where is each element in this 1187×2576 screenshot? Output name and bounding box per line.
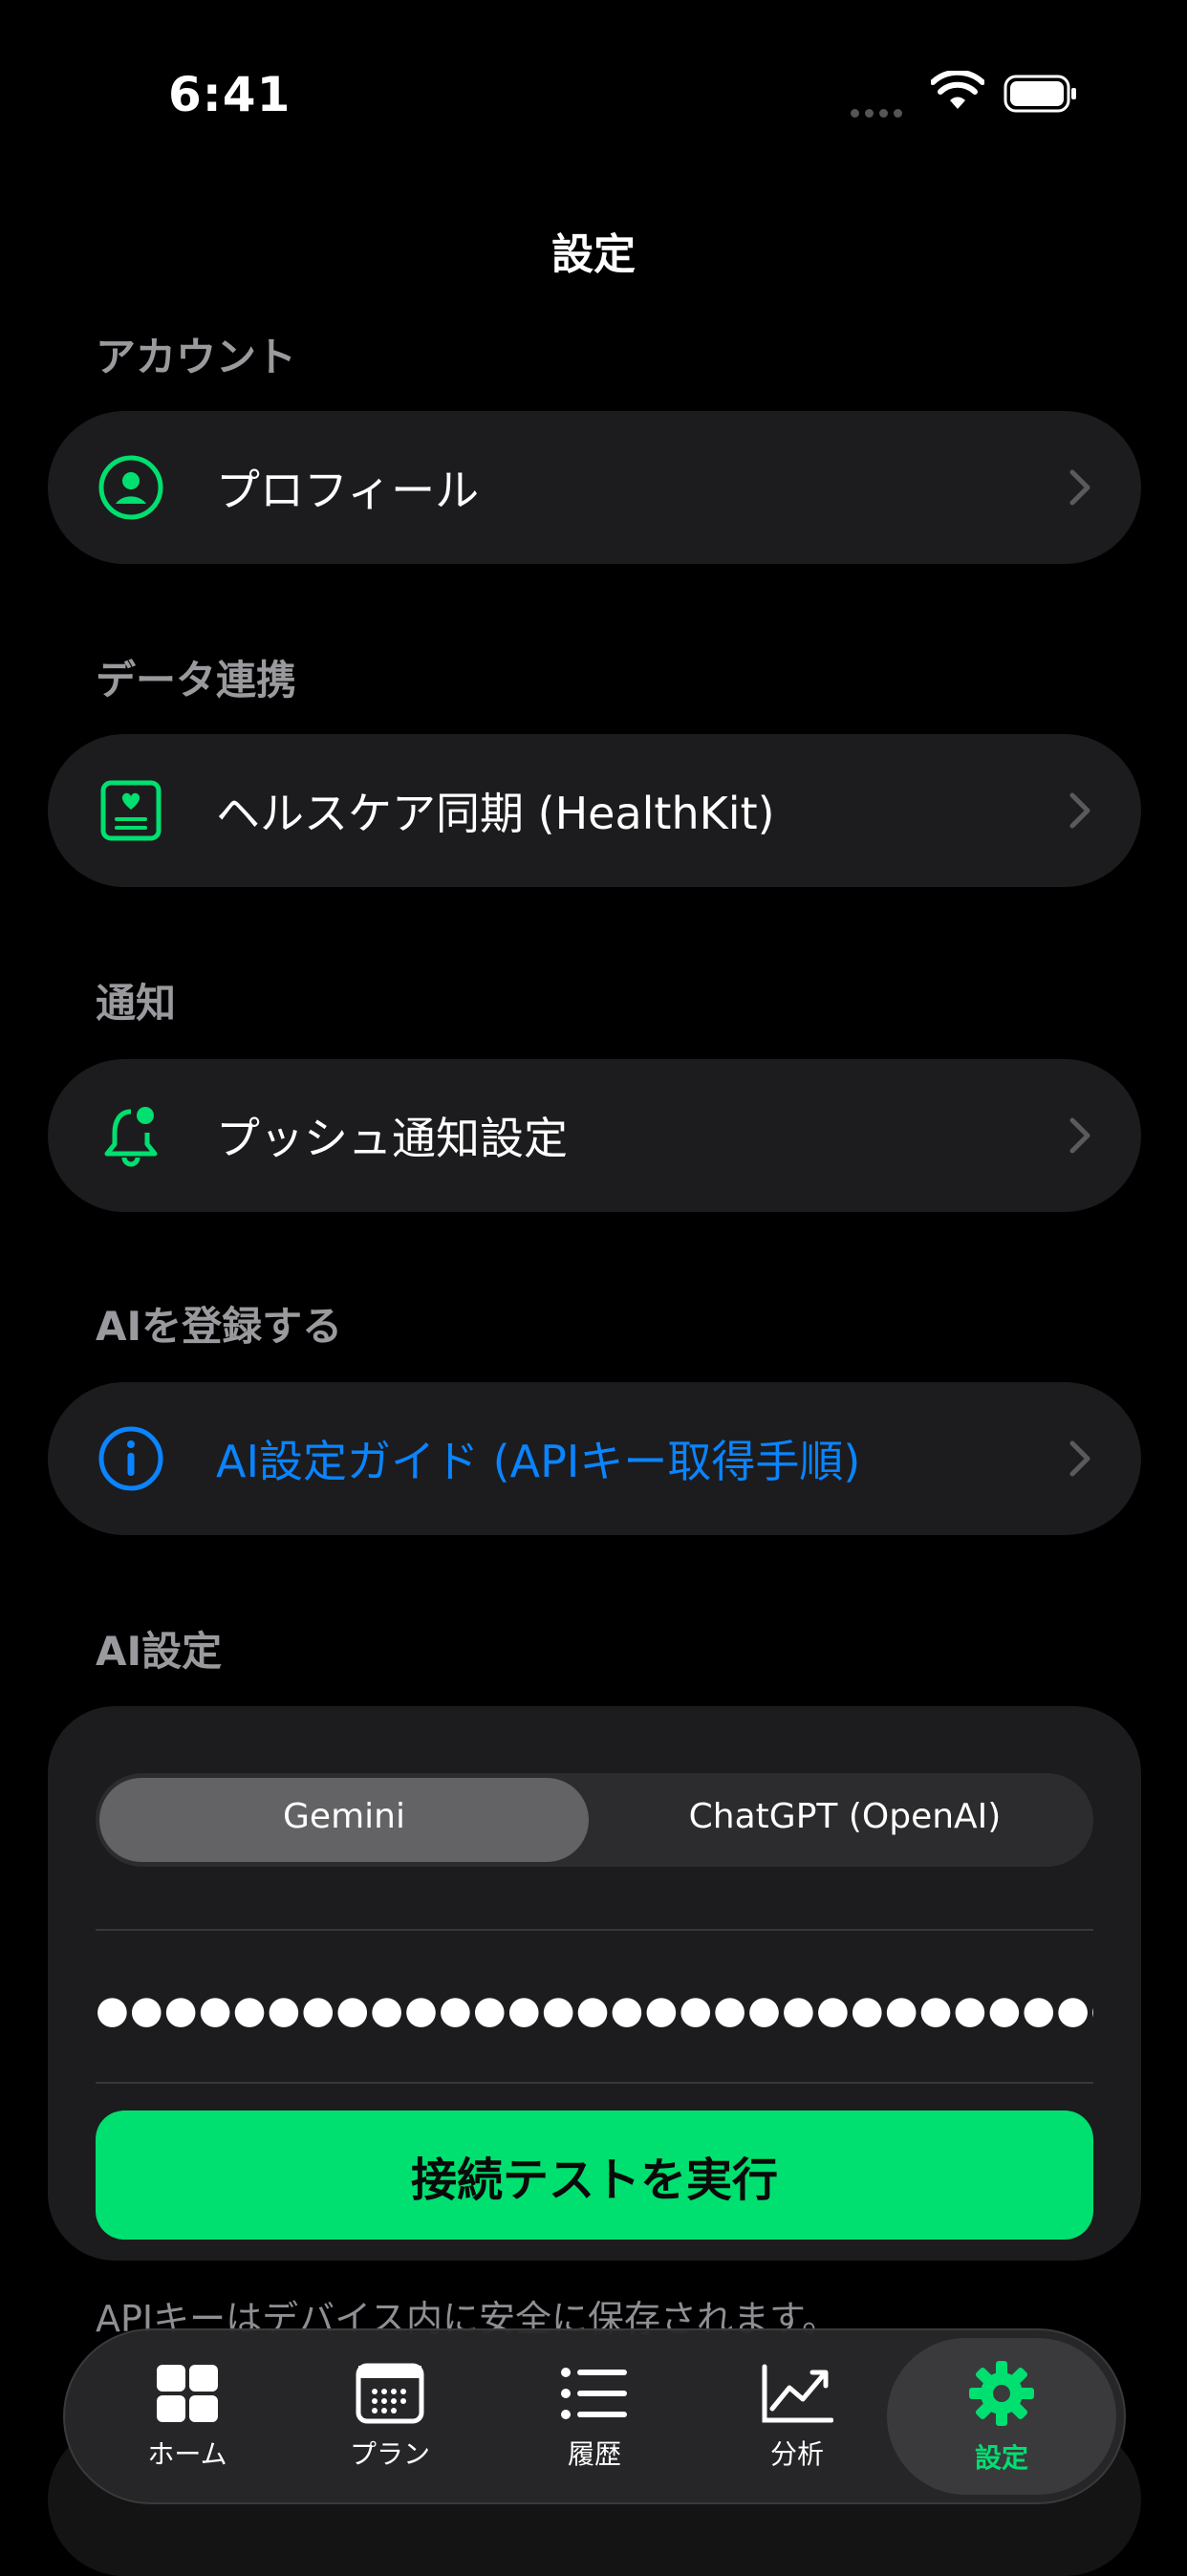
healthkit-sync-label: ヘルスケア同期 (HealthKit): [216, 788, 775, 839]
provider-segment-chatgpt[interactable]: ChatGPT (OpenAI): [600, 1797, 1090, 1836]
api-key-field[interactable]: ●●●●●●●●●●●●●●●●●●●●●●●●●●●●●●●●...: [96, 1988, 1093, 2032]
tab-history[interactable]: 履歴: [499, 2340, 690, 2493]
tab-settings[interactable]: 設定: [906, 2340, 1097, 2493]
chart-icon: [762, 2364, 833, 2423]
section-header-account: アカウント: [96, 334, 297, 380]
section-header-ai-settings: AI設定: [96, 1628, 223, 1675]
healthkit-sync-row[interactable]: ヘルスケア同期 (HealthKit): [48, 734, 1141, 887]
list-icon: [561, 2368, 627, 2419]
tab-settings-label: 設定: [974, 2442, 1028, 2474]
tab-home[interactable]: ホーム: [92, 2340, 283, 2493]
tab-plan-label: プラン: [349, 2438, 430, 2470]
wifi-icon: [931, 71, 984, 109]
chevron-right-icon: [1069, 1440, 1090, 1477]
info-circle-icon: [98, 1426, 163, 1491]
battery-icon: [1004, 75, 1076, 113]
page-title: 設定: [551, 230, 636, 279]
chevron-right-icon: [1069, 792, 1090, 829]
gear-icon: [969, 2361, 1034, 2426]
run-connection-test-button[interactable]: 接続テストを実行: [96, 2111, 1093, 2240]
divider: [96, 2082, 1093, 2084]
ai-setup-guide-row[interactable]: AI設定ガイド (APIキー取得手順): [48, 1382, 1141, 1535]
ai-setup-guide-label: AI設定ガイド (APIキー取得手順): [216, 1436, 861, 1487]
push-notification-label: プッシュ通知設定: [216, 1113, 568, 1164]
profile-row[interactable]: プロフィール: [48, 411, 1141, 564]
profile-label: プロフィール: [216, 465, 480, 516]
grid-icon: [157, 2365, 218, 2422]
heart-text-square-icon: [100, 780, 162, 841]
chevron-right-icon: [1069, 1117, 1090, 1154]
tab-home-label: ホーム: [147, 2438, 227, 2470]
person-circle-icon: [98, 455, 163, 520]
divider: [96, 1929, 1093, 1931]
tab-analysis[interactable]: 分析: [701, 2340, 893, 2493]
status-time: 6:41: [168, 67, 291, 122]
tab-history-label: 履歴: [567, 2438, 621, 2470]
tab-analysis-label: 分析: [769, 2438, 824, 2470]
push-notification-row[interactable]: プッシュ通知設定: [48, 1059, 1141, 1212]
provider-segment-gemini[interactable]: Gemini: [99, 1797, 589, 1836]
section-header-data-link: データ連携: [96, 657, 297, 704]
bell-badge-icon: [104, 1107, 158, 1167]
section-header-register-ai: AIを登録する: [96, 1303, 343, 1350]
tab-plan[interactable]: プラン: [294, 2340, 486, 2493]
section-header-notifications: 通知: [96, 980, 177, 1027]
chevron-right-icon: [1069, 469, 1090, 506]
calendar-icon: [356, 2363, 424, 2424]
cellular-signal-icon: [851, 103, 914, 118]
